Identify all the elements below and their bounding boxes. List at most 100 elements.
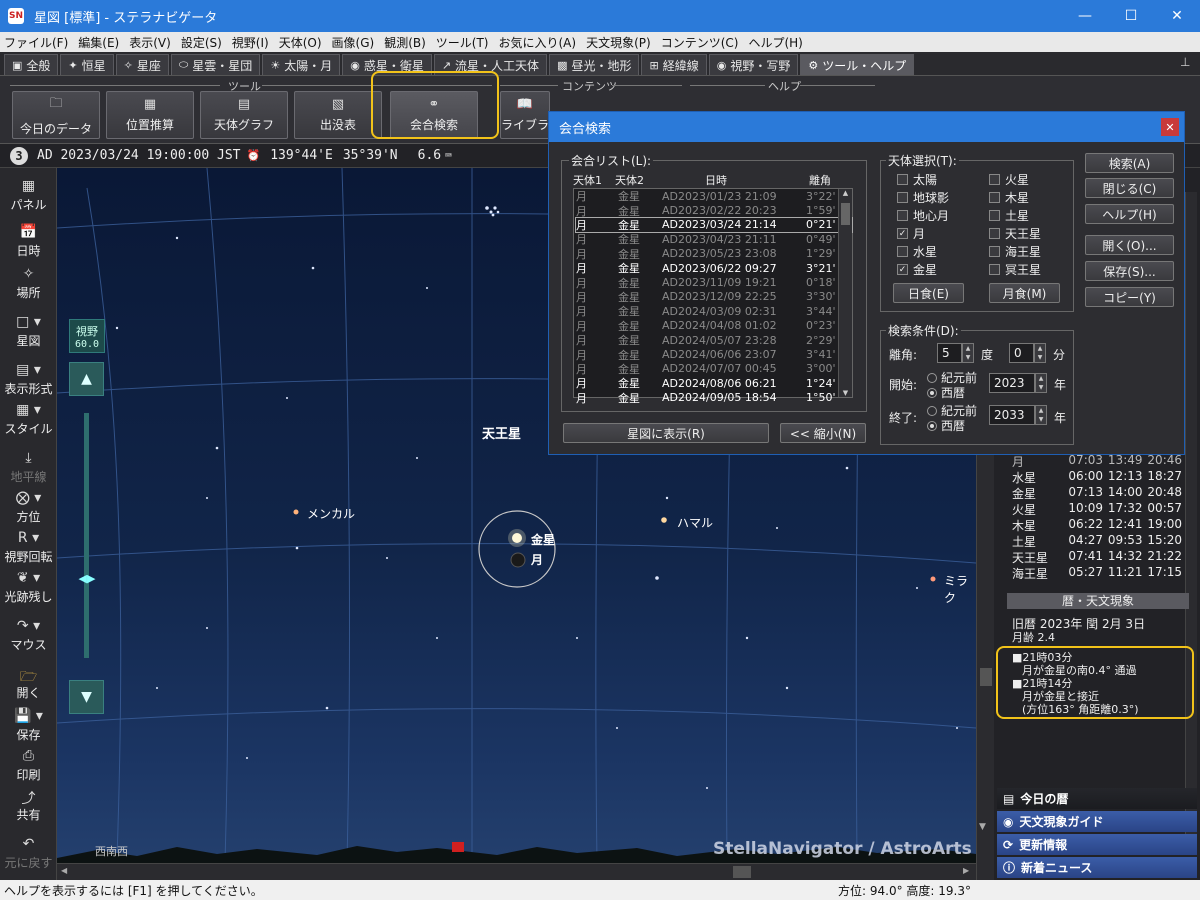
menu-settings[interactable]: 設定(S) — [181, 34, 222, 51]
menu-view[interactable]: 表示(V) — [129, 34, 171, 51]
menu-object[interactable]: 天体(O) — [279, 34, 322, 51]
menu-edit[interactable]: 編集(E) — [78, 34, 119, 51]
position-calc-button[interactable]: ▦ 位置推算 — [106, 91, 194, 139]
minimize-button[interactable]: — — [1062, 0, 1108, 32]
display-format-button[interactable]: ▤ ▾ 表示形式 — [0, 362, 57, 397]
body-checkbox[interactable]: ✓ 金星 — [897, 261, 937, 278]
library-button[interactable]: 📖 ライブラ — [500, 91, 550, 139]
maximize-button[interactable]: ☐ — [1108, 0, 1154, 32]
menu-phenomena[interactable]: 天文現象(P) — [586, 34, 651, 51]
panel-scrollbar[interactable] — [1185, 192, 1197, 852]
longitude-display[interactable]: 139°44'E — [270, 148, 333, 163]
rise-set-table-button[interactable]: ▧ 出没表 — [294, 91, 382, 139]
table-row[interactable]: 月金星 AD2024/04/08 01:02 0°23' — [576, 319, 852, 333]
news-button[interactable]: ⓘ 新着ニュース — [997, 857, 1197, 878]
style-button[interactable]: ▦ ▾ スタイル — [0, 402, 57, 437]
tab-general[interactable]: ▣ 全般 — [4, 54, 59, 75]
collapse-icon[interactable]: ▼ — [979, 822, 986, 832]
table-row[interactable]: 月金星 AD2024/05/07 23:28 2°29' — [576, 333, 852, 348]
horizon-button[interactable]: ⤓ 地平線 — [0, 450, 57, 485]
table-row[interactable]: 月金星 AD2023/02/22 20:23 1°59' — [576, 203, 852, 218]
location-button[interactable]: ✧ 場所 — [0, 266, 57, 301]
calendar-header[interactable]: 暦・天文現象 — [1007, 593, 1189, 609]
latitude-display[interactable]: 35°39'N — [343, 148, 398, 163]
body-checkbox[interactable]: 水星 — [897, 243, 937, 260]
separation-degree-stepper[interactable]: ▲ ▼ — [962, 343, 974, 363]
menu-file[interactable]: ファイル(F) — [4, 34, 68, 51]
tab-tools-help[interactable]: ⚙ ツール・ヘルプ — [800, 54, 915, 75]
end-year-input[interactable]: 2033 — [989, 405, 1035, 425]
table-row[interactable]: 月金星 AD2023/05/23 23:08 1°29' — [576, 247, 852, 261]
menu-observe[interactable]: 観測(B) — [384, 34, 426, 51]
body-checkbox[interactable]: 木星 — [989, 189, 1029, 206]
menu-favorites[interactable]: お気に入り(A) — [499, 34, 577, 51]
tab-daylight[interactable]: ▩ 昼光・地形 — [549, 54, 640, 75]
tab-constellations[interactable]: ✧ 星座 — [115, 54, 169, 75]
zoom-slider-track[interactable] — [84, 413, 89, 658]
shrink-button[interactable]: << 縮小(N) — [780, 423, 866, 443]
end-ad-radio[interactable]: 西暦 — [927, 417, 965, 434]
body-checkbox[interactable]: 土星 — [989, 207, 1029, 224]
start-year-stepper[interactable]: ▲ ▼ — [1035, 373, 1047, 393]
horizontal-scrollbar[interactable]: ◀ ▶ — [57, 863, 976, 880]
tab-grid[interactable]: ⊞ 経緯線 — [641, 54, 707, 75]
separation-degree-input[interactable]: 5 — [937, 343, 962, 363]
search-button[interactable]: 検索(A) — [1085, 153, 1174, 173]
body-checkbox[interactable]: ✓ 月 — [897, 225, 925, 242]
undo-button[interactable]: ↶ 元に戻す — [0, 836, 57, 871]
object-graph-button[interactable]: ▤ 天体グラフ — [200, 91, 288, 139]
start-ad-radio[interactable]: 西暦 — [927, 384, 965, 401]
tab-stars[interactable]: ✦ 恒星 — [60, 54, 114, 75]
table-row[interactable]: 月金星 AD2024/03/09 02:31 3°44' — [576, 304, 852, 319]
tab-fov[interactable]: ◉ 視野・写野 — [708, 54, 799, 75]
dialog-title-bar[interactable]: 会合検索 — [549, 112, 1184, 142]
body-checkbox[interactable]: 火星 — [989, 171, 1029, 188]
today-calendar-button[interactable]: ▤ 今日の暦 — [997, 788, 1197, 809]
table-row[interactable]: 月金星 AD2023/11/09 19:21 0°18' — [576, 275, 852, 290]
dialog-close-button[interactable]: ✕ — [1161, 118, 1179, 136]
magnitude-display[interactable]: 6.6 — [418, 148, 441, 163]
close-button[interactable]: ✕ — [1154, 0, 1200, 32]
table-row[interactable]: 月金星 AD2023/03/24 21:14 0°21' — [575, 216, 853, 234]
body-checkbox[interactable]: 天王星 — [989, 225, 1041, 242]
help-button[interactable]: ヘルプ(H) — [1085, 204, 1174, 224]
open-file-button[interactable]: 開く(O)... — [1085, 235, 1174, 255]
pin-icon[interactable]: ⊥ — [1180, 55, 1190, 69]
table-row[interactable]: 月金星 AD2023/04/23 21:11 0°49' — [576, 232, 852, 247]
col-datetime[interactable]: 日時 — [673, 172, 809, 188]
datetime-display[interactable]: AD 2023/03/24 19:00:00 JST — [37, 148, 241, 163]
zoom-slider-handle[interactable]: ◀▶ — [69, 572, 105, 588]
solar-eclipse-button[interactable]: 日食(E) — [893, 283, 964, 303]
col-body1[interactable]: 天体1 — [573, 172, 603, 188]
body-checkbox[interactable]: 太陽 — [897, 171, 937, 188]
update-info-button[interactable]: ⟳ 更新情報 — [997, 834, 1197, 855]
open-button[interactable]: 🗁 開く — [0, 666, 57, 701]
alarm-icon[interactable]: ⏰ — [247, 149, 261, 162]
body-checkbox[interactable]: 地球影 — [897, 189, 949, 206]
keyboard-icon[interactable]: ⌨ — [445, 149, 452, 162]
menu-tools[interactable]: ツール(T) — [436, 34, 489, 51]
copy-button[interactable]: コピー(Y) — [1085, 287, 1174, 307]
col-body2[interactable]: 天体2 — [603, 172, 673, 188]
share-button[interactable]: ⤴ 共有 — [0, 788, 57, 823]
table-row[interactable]: 月金星 AD2024/07/07 00:45 3°00' — [576, 362, 852, 376]
panel-button[interactable]: ▦ パネル — [0, 178, 57, 213]
start-year-input[interactable]: 2023 — [989, 373, 1035, 393]
lunar-eclipse-button[interactable]: 月食(M) — [989, 283, 1060, 303]
body-checkbox[interactable]: 海王星 — [989, 243, 1041, 260]
trail-button[interactable]: ❦ ▾ 光跡残し — [0, 570, 57, 605]
menu-contents[interactable]: コンテンツ(C) — [661, 34, 739, 51]
conjunction-list[interactable]: 月金星 AD2023/01/23 21:09 3°22' 月金星 AD2023/02/2… — [573, 188, 853, 405]
col-separation[interactable]: 離角 — [809, 172, 831, 188]
menu-image[interactable]: 画像(G) — [332, 34, 375, 51]
show-in-chart-button[interactable]: 星図に表示(R) — [563, 423, 769, 443]
separation-minute-input[interactable]: 0 — [1009, 343, 1034, 363]
save-file-button[interactable]: 保存(S)... — [1085, 261, 1174, 281]
separation-minute-stepper[interactable]: ▲ ▼ — [1034, 343, 1046, 363]
datetime-button[interactable]: 📅 日時 — [0, 224, 57, 259]
list-scrollbar[interactable]: ▲ ▼ — [838, 189, 852, 397]
mouse-button[interactable]: ↷ ▾ マウス — [0, 618, 57, 653]
print-button[interactable]: ⎙ 印刷 — [0, 748, 57, 783]
step-badge[interactable]: 3 — [10, 146, 28, 165]
table-row[interactable]: 月金星 AD2024/08/06 06:21 1°24' — [576, 376, 852, 391]
